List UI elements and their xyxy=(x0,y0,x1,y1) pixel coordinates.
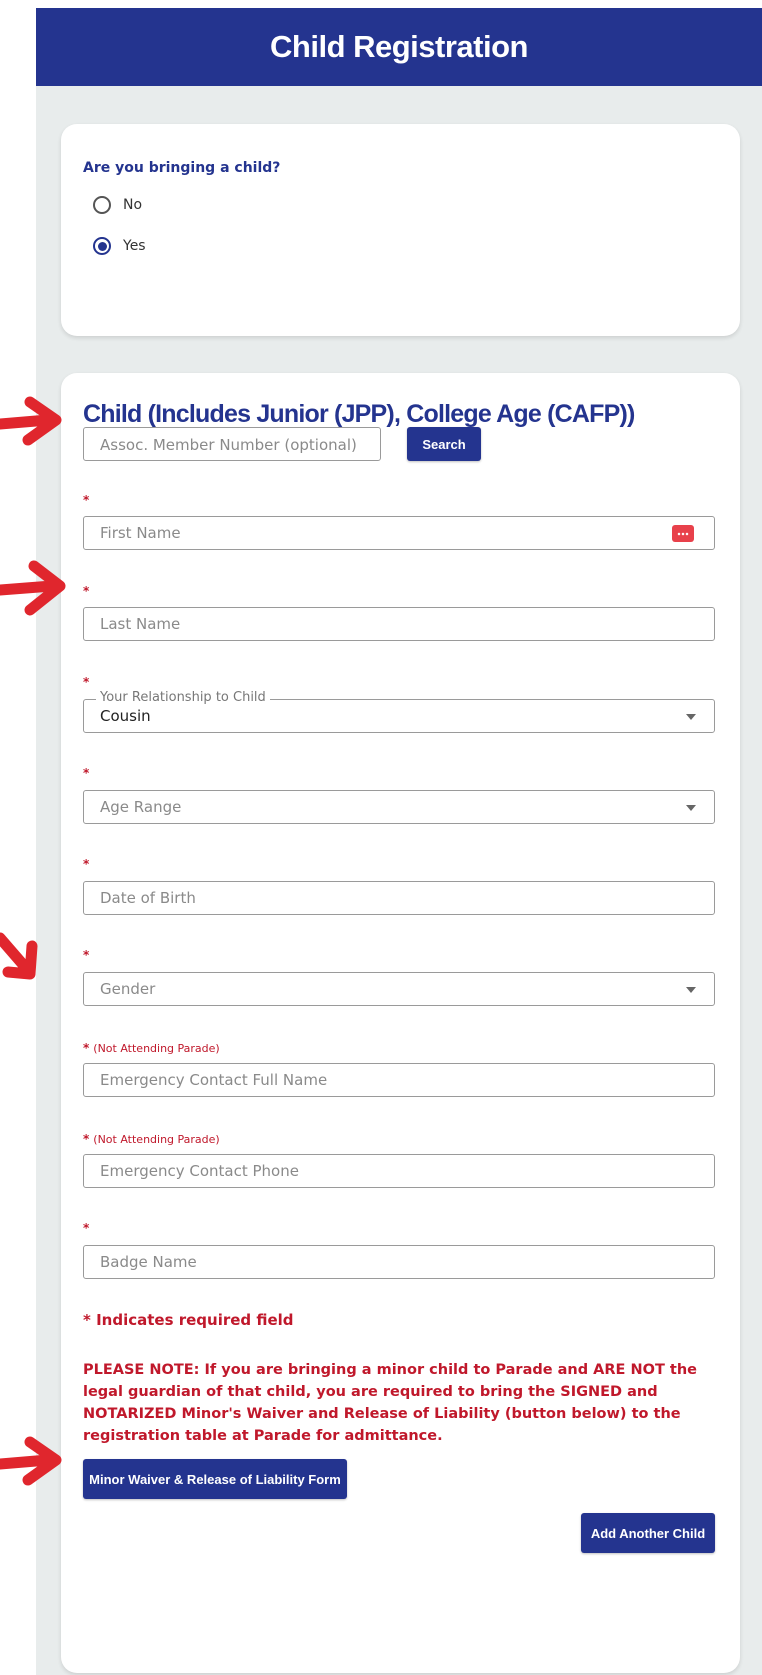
add-another-child-button[interactable]: Add Another Child xyxy=(581,1513,715,1553)
last-name-placeholder: Last Name xyxy=(100,615,181,633)
child-details-card: Child (Includes Junior (JPP), College Ag… xyxy=(61,373,740,1673)
radio-yes-label: Yes xyxy=(123,238,146,254)
required-mark: * xyxy=(83,493,90,507)
dob-placeholder: Date of Birth xyxy=(100,889,196,907)
assoc-member-number-input[interactable]: Assoc. Member Number (optional) xyxy=(83,427,381,461)
emergency-phone-placeholder: Emergency Contact Phone xyxy=(100,1162,299,1180)
guardian-notice: PLEASE NOTE: If you are bringing a minor… xyxy=(83,1362,697,1444)
child-section-title: Child (Includes Junior (JPP), College Ag… xyxy=(83,400,635,428)
not-attending-note: (Not Attending Parade) xyxy=(93,1133,220,1146)
chevron-down-icon xyxy=(686,714,696,720)
first-name-placeholder: First Name xyxy=(100,524,181,542)
required-not-attending-label: * (Not Attending Parade) xyxy=(83,1132,220,1146)
bringing-child-question: Are you bringing a child? xyxy=(83,160,281,176)
relationship-label: Your Relationship to Child xyxy=(96,690,270,705)
first-name-input[interactable]: First Name xyxy=(83,516,715,550)
search-button[interactable]: Search xyxy=(407,427,481,461)
radio-option-no[interactable]: No xyxy=(93,196,142,214)
required-mark: * xyxy=(83,1221,90,1235)
bringing-child-card: Are you bringing a child? No Yes xyxy=(61,124,740,336)
annotation-arrow-icon xyxy=(0,396,62,446)
required-not-attending-label: * (Not Attending Parade) xyxy=(83,1041,220,1055)
required-field-note: * Indicates required field xyxy=(83,1311,294,1329)
not-attending-note: (Not Attending Parade) xyxy=(93,1042,220,1055)
annotation-arrow-icon xyxy=(0,560,66,616)
required-mark: * xyxy=(83,948,90,962)
radio-no[interactable] xyxy=(93,196,111,214)
gender-placeholder: Gender xyxy=(100,980,156,998)
age-range-placeholder: Age Range xyxy=(100,798,182,816)
required-mark: * xyxy=(83,584,90,598)
last-name-input[interactable]: Last Name xyxy=(83,607,715,641)
required-mark: * xyxy=(83,766,90,780)
required-mark: * xyxy=(83,1041,90,1055)
required-mark: * xyxy=(83,1132,90,1146)
emergency-name-placeholder: Emergency Contact Full Name xyxy=(100,1071,328,1089)
gender-select[interactable]: Gender xyxy=(83,972,715,1006)
radio-yes[interactable] xyxy=(93,237,111,255)
badge-name-input[interactable]: Badge Name xyxy=(83,1245,715,1279)
required-mark: * xyxy=(83,675,90,689)
date-of-birth-input[interactable]: Date of Birth xyxy=(83,881,715,915)
relationship-select[interactable]: Your Relationship to Child Cousin xyxy=(83,690,715,733)
minor-waiver-button[interactable]: Minor Waiver & Release of Liability Form xyxy=(83,1459,347,1499)
age-range-select[interactable]: Age Range xyxy=(83,790,715,824)
page-title: Child Registration xyxy=(36,8,762,86)
chevron-down-icon xyxy=(686,987,696,993)
relationship-value: Cousin xyxy=(100,707,151,725)
annotation-arrow-icon xyxy=(0,1436,62,1486)
assoc-member-placeholder: Assoc. Member Number (optional) xyxy=(100,436,357,454)
radio-option-yes[interactable]: Yes xyxy=(93,237,146,255)
emergency-contact-name-input[interactable]: Emergency Contact Full Name xyxy=(83,1063,715,1097)
autofill-icon[interactable] xyxy=(672,525,694,542)
required-mark: * xyxy=(83,857,90,871)
emergency-contact-phone-input[interactable]: Emergency Contact Phone xyxy=(83,1154,715,1188)
radio-no-label: No xyxy=(123,197,143,213)
chevron-down-icon xyxy=(686,805,696,811)
badge-name-placeholder: Badge Name xyxy=(100,1253,197,1271)
annotation-arrow-icon xyxy=(0,932,38,980)
